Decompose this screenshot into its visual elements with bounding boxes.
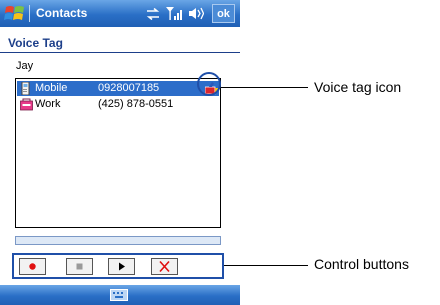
- app-title: Contacts: [36, 6, 88, 20]
- play-button[interactable]: [108, 258, 135, 275]
- phone-number: (425) 878-0551: [98, 98, 174, 110]
- phone-type: Work: [35, 98, 61, 110]
- page-title: Voice Tag: [8, 36, 63, 50]
- control-buttons: [12, 253, 224, 279]
- stop-icon: [76, 263, 83, 270]
- delete-button[interactable]: [151, 258, 178, 275]
- mobile-phone-icon: [21, 82, 30, 95]
- voice-tag-callout-label: Voice tag icon: [314, 79, 402, 95]
- play-icon: [119, 262, 125, 271]
- signal-icon[interactable]: [166, 7, 182, 20]
- work-phone-icon: [20, 98, 33, 111]
- list-item[interactable]: Work (425) 878-0551: [17, 97, 219, 112]
- start-menu-icon[interactable]: [4, 4, 26, 23]
- title-bar: Contacts ok: [0, 0, 240, 27]
- recording-progress-bar: [15, 236, 221, 245]
- phone-type: Mobile: [35, 82, 68, 94]
- keyboard-icon[interactable]: [110, 289, 128, 301]
- header-divider: [0, 52, 240, 53]
- delete-icon: [159, 260, 170, 273]
- menu-bar: [0, 285, 240, 305]
- phone-number: 0928007185: [98, 82, 160, 94]
- control-buttons-callout-label: Control buttons: [314, 256, 409, 272]
- volume-icon[interactable]: [188, 7, 204, 20]
- list-item[interactable]: Mobile 0928007185: [17, 81, 219, 96]
- record-button[interactable]: [19, 258, 46, 275]
- voice-tag-highlight: [197, 72, 221, 96]
- ok-button[interactable]: ok: [212, 4, 235, 23]
- voice-tag-callout-line: [221, 87, 308, 88]
- connectivity-icon[interactable]: [146, 7, 160, 20]
- stop-button[interactable]: [66, 258, 93, 275]
- control-buttons-callout-line: [224, 265, 308, 266]
- contact-name: Jay: [16, 60, 34, 72]
- phone-number-list[interactable]: Mobile 0928007185 Work (425) 878-0551: [15, 78, 221, 228]
- pocket-pc-screen: Contacts ok Voice Tag Jay Mobile 0928007…: [0, 0, 240, 305]
- status-icons: [146, 5, 204, 22]
- record-icon: [29, 263, 36, 270]
- title-separator: [29, 5, 30, 22]
